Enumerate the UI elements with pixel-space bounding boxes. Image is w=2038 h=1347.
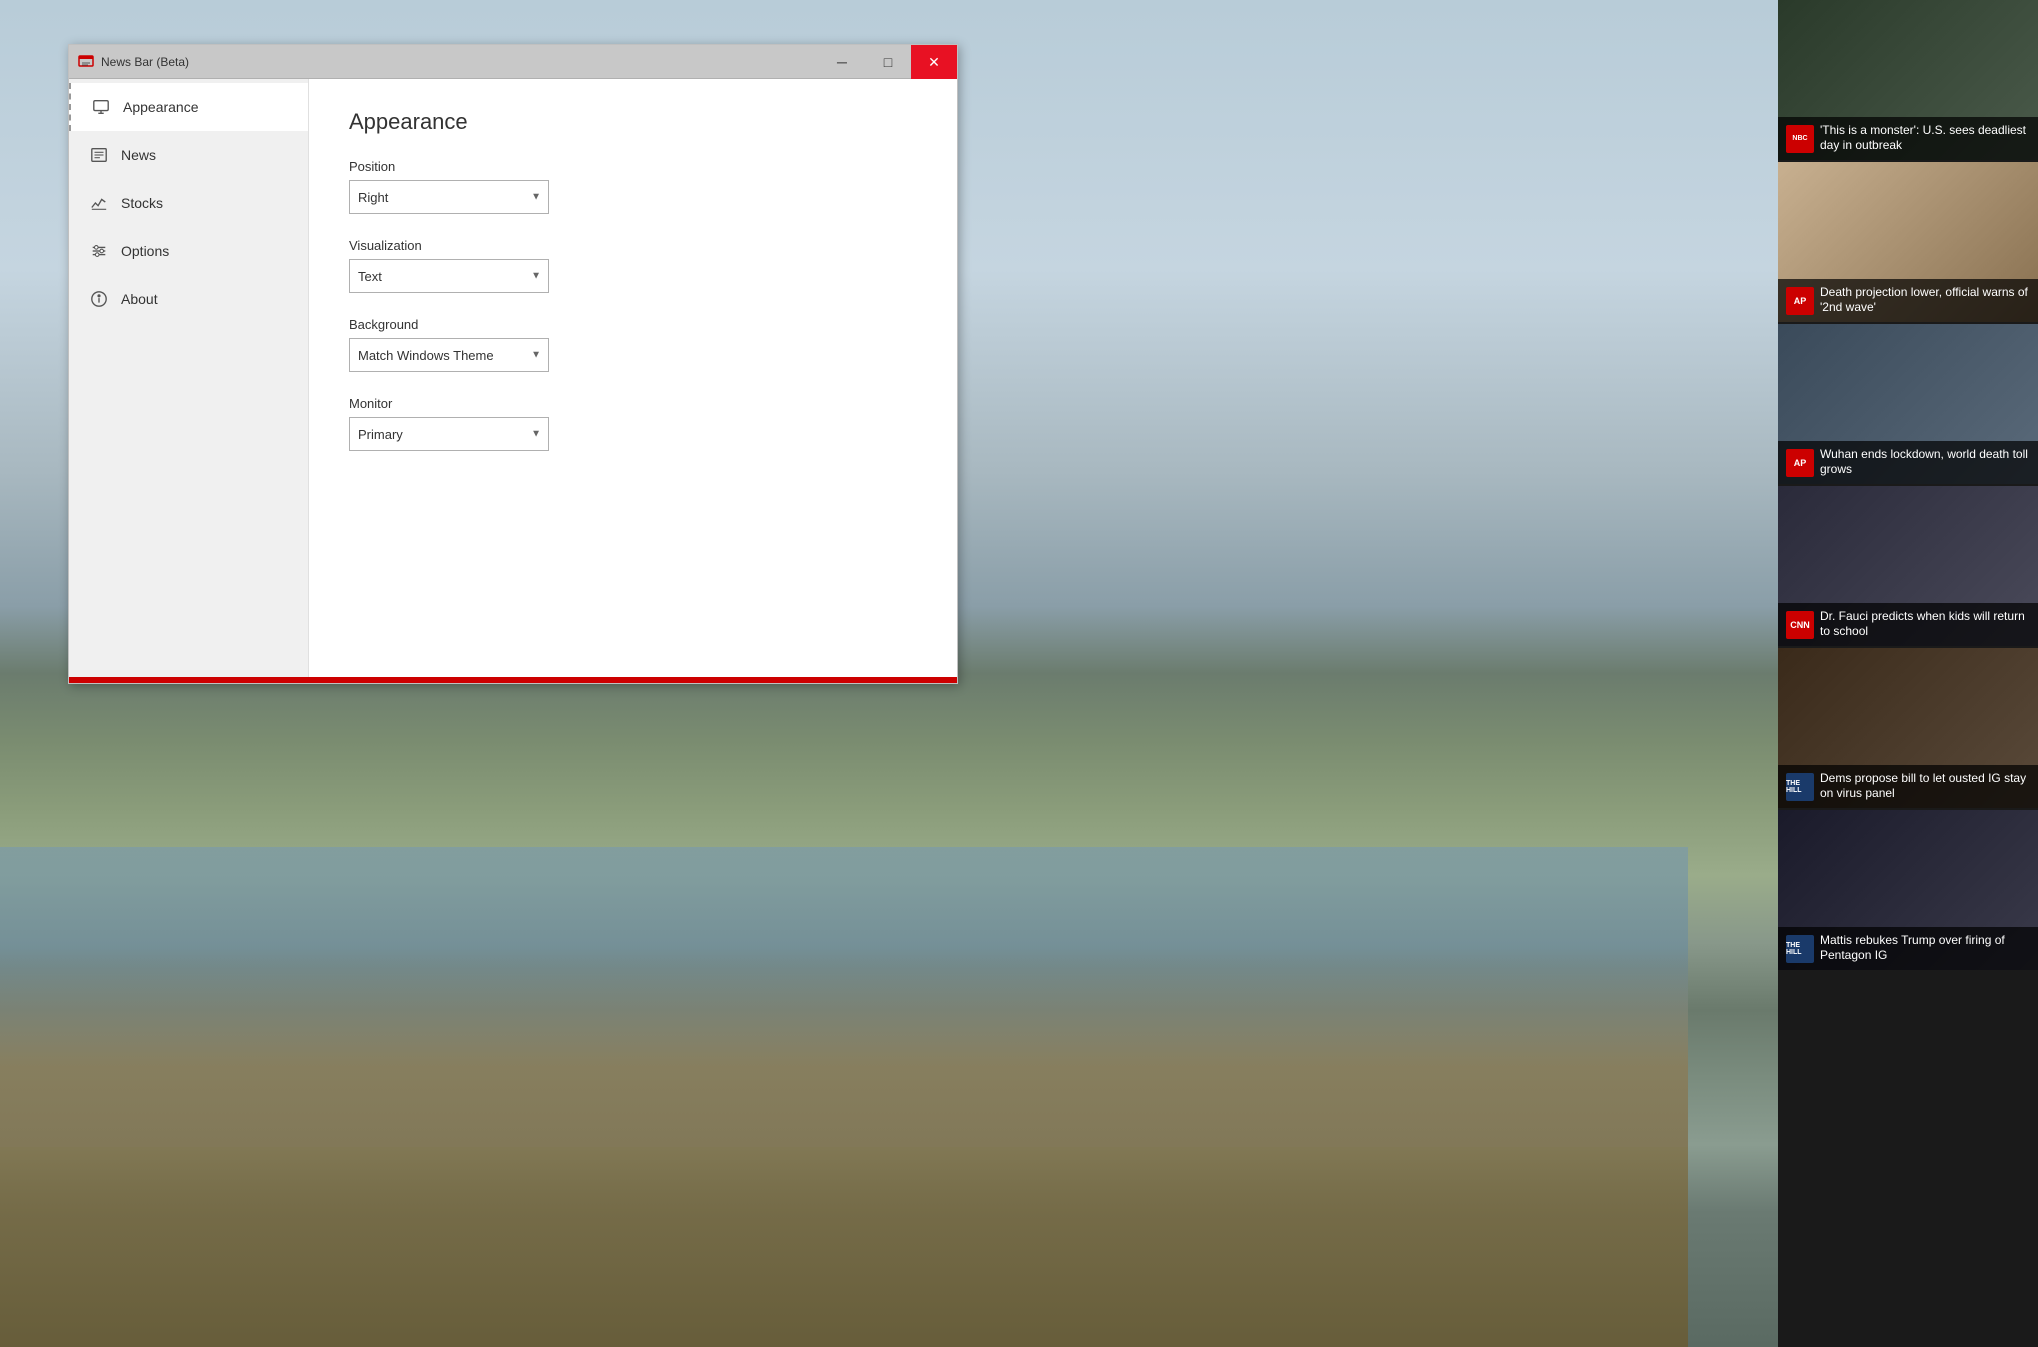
nav-sidebar: Appearance News (69, 79, 309, 677)
news-source-badge: NBC (1786, 125, 1814, 153)
news-icon (89, 145, 109, 165)
monitor-select-wrapper: Primary Secondary All ▼ (349, 417, 549, 451)
background-label: Background (349, 317, 917, 332)
stocks-icon (89, 193, 109, 213)
close-button[interactable]: ✕ (911, 45, 957, 79)
news-card[interactable]: AP Wuhan ends lockdown, world death toll… (1778, 324, 2038, 484)
bottom-accent-bar (69, 677, 957, 683)
news-card[interactable]: THE HILL Mattis rebukes Trump over firin… (1778, 810, 2038, 970)
news-headline: Mattis rebukes Trump over firing of Pent… (1820, 933, 2030, 964)
page-title: Appearance (349, 109, 917, 135)
news-source-badge: THE HILL (1786, 935, 1814, 963)
title-bar: News Bar (Beta) ─ □ ✕ (69, 45, 957, 79)
news-card[interactable]: AP Death projection lower, official warn… (1778, 162, 2038, 322)
background-select[interactable]: Match Windows Theme Light Dark Custom (349, 338, 549, 372)
sidebar-item-about[interactable]: About (69, 275, 308, 323)
title-bar-controls: ─ □ ✕ (819, 45, 957, 79)
position-select[interactable]: Left Right Top Bottom (349, 180, 549, 214)
sidebar-item-news[interactable]: News (69, 131, 308, 179)
maximize-button[interactable]: □ (865, 45, 911, 79)
news-card[interactable]: NBC 'This is a monster': U.S. sees deadl… (1778, 0, 2038, 160)
minimize-button[interactable]: ─ (819, 45, 865, 79)
monitor-group: Monitor Primary Secondary All ▼ (349, 396, 917, 451)
news-headline: Death projection lower, official warns o… (1820, 285, 2030, 316)
background-group: Background Match Windows Theme Light Dar… (349, 317, 917, 372)
sidebar-label-about: About (121, 291, 158, 307)
position-label: Position (349, 159, 917, 174)
visualization-label: Visualization (349, 238, 917, 253)
sidebar-item-options[interactable]: Options (69, 227, 308, 275)
news-source-badge: AP (1786, 449, 1814, 477)
news-source-badge: THE HILL (1786, 773, 1814, 801)
news-card[interactable]: THE HILL Dems propose bill to let ousted… (1778, 648, 2038, 808)
news-source-badge: CNN (1786, 611, 1814, 639)
window-body: Appearance News (69, 79, 957, 677)
news-headline: Wuhan ends lockdown, world death toll gr… (1820, 447, 2030, 478)
monitor-icon (91, 97, 111, 117)
sidebar-label-options: Options (121, 243, 169, 259)
news-headline: Dr. Fauci predicts when kids will return… (1820, 609, 2030, 640)
sidebar-label-news: News (121, 147, 156, 163)
news-headline: Dems propose bill to let ousted IG stay … (1820, 771, 2030, 802)
news-card[interactable]: CNN Dr. Fauci predicts when kids will re… (1778, 486, 2038, 646)
monitor-select[interactable]: Primary Secondary All (349, 417, 549, 451)
visualization-select[interactable]: Text Ticker Marquee (349, 259, 549, 293)
app-icon (77, 53, 95, 71)
about-icon (89, 289, 109, 309)
visualization-group: Visualization Text Ticker Marquee ▼ (349, 238, 917, 293)
content-area: Appearance Position Left Right Top Botto… (309, 79, 957, 677)
visualization-select-wrapper: Text Ticker Marquee ▼ (349, 259, 549, 293)
settings-window: News Bar (Beta) ─ □ ✕ Appearance (68, 44, 958, 684)
news-headline: 'This is a monster': U.S. sees deadliest… (1820, 123, 2030, 154)
sidebar-label-appearance: Appearance (123, 99, 199, 115)
news-sidebar: NBC 'This is a monster': U.S. sees deadl… (1778, 0, 2038, 1347)
position-select-wrapper: Left Right Top Bottom ▼ (349, 180, 549, 214)
monitor-label: Monitor (349, 396, 917, 411)
sidebar-label-stocks: Stocks (121, 195, 163, 211)
position-group: Position Left Right Top Bottom ▼ (349, 159, 917, 214)
news-source-badge: AP (1786, 287, 1814, 315)
options-icon (89, 241, 109, 261)
sidebar-item-appearance[interactable]: Appearance (69, 83, 308, 131)
background-select-wrapper: Match Windows Theme Light Dark Custom ▼ (349, 338, 549, 372)
sidebar-item-stocks[interactable]: Stocks (69, 179, 308, 227)
